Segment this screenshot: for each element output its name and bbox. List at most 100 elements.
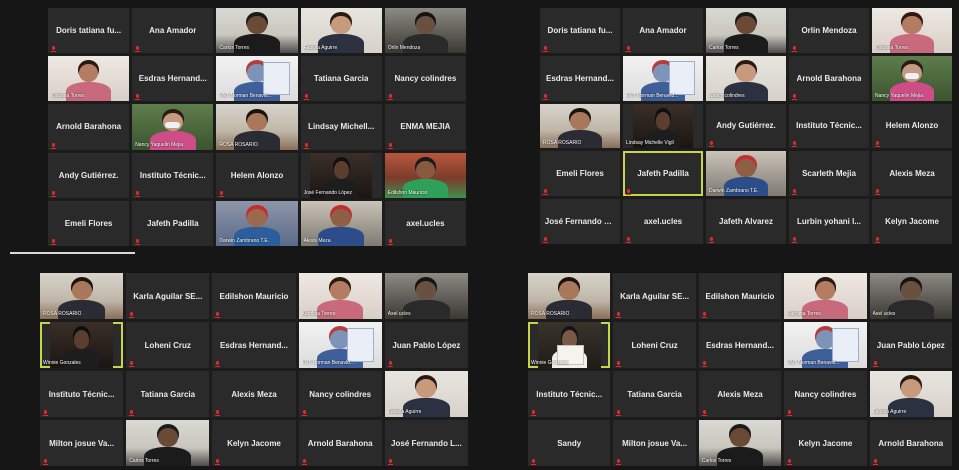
- participant-tile-helem-alonzo[interactable]: Helem Alonzo: [216, 152, 298, 198]
- participant-tile-emeli-flores[interactable]: Emeli Flores: [48, 200, 130, 246]
- participant-tile-ana-amador[interactable]: Ana Amador: [132, 8, 214, 54]
- participant-tile-carlos-torres[interactable]: Carlos Torres: [216, 8, 298, 54]
- participant-tile-sandy[interactable]: Sandy: [528, 420, 611, 466]
- participant-tile-instituto-t-cnic[interactable]: Instituto Técnic...: [132, 152, 214, 198]
- participant-tile-doris-tatiana-fu[interactable]: Doris tatiana fu...: [48, 8, 130, 54]
- participant-tile-esdras-hernand[interactable]: Esdras Hernand...: [698, 322, 782, 368]
- participant-tile-kelyn-jacome[interactable]: Kelyn Jacome: [784, 420, 867, 466]
- participant-tile-milton-josue-va[interactable]: Milton josue Va...: [40, 420, 124, 466]
- participant-tile-instituto-t-cnic[interactable]: Instituto Técnic...: [789, 103, 869, 149]
- participant-tile-fnt-norman-benavid[interactable]: FNT Norman Benavid...: [216, 56, 298, 102]
- participant-tile-milton-josue-va[interactable]: Milton josue Va...: [613, 420, 696, 466]
- participant-tile-tatiana-garcia[interactable]: Tatiana Garcia: [126, 371, 210, 417]
- participant-tile-nancy-colindres[interactable]: Nancy colindres: [784, 371, 867, 417]
- participant-tile-alexis-meza[interactable]: Alexis Meza: [300, 200, 382, 246]
- participant-tile-rosa-rosario[interactable]: ROSA ROSARIO: [528, 273, 611, 319]
- participant-tile-karla-aguilar-se[interactable]: Karla Aguilar SE...: [613, 273, 696, 319]
- participant-tile-rosa-rosario[interactable]: ROSA ROSARIO: [216, 104, 298, 150]
- participant-tile-jafeth-padilla[interactable]: Jafeth Padilla: [132, 200, 214, 246]
- participant-tile-axel-ucles[interactable]: Axel ucles: [869, 273, 952, 319]
- participant-tile-esdras-hernand[interactable]: Esdras Hernand...: [132, 56, 214, 102]
- participant-tile-carlos-torres[interactable]: Carlos Torres: [706, 8, 786, 53]
- participant-tile-alexis-meza[interactable]: Alexis Meza: [212, 371, 296, 417]
- participant-tile-loheni-cruz[interactable]: Loheni Cruz: [126, 322, 210, 368]
- muted-mic-icon: [543, 189, 548, 196]
- participant-face: [736, 63, 756, 82]
- muted-mic-icon: [387, 459, 393, 465]
- participant-tile-nancy-yaquelin-mejia[interactable]: Nancy Yaquelin Mejia: [132, 104, 214, 150]
- participant-tile-karolina-torres[interactable]: Karolina Torres: [48, 56, 130, 102]
- gallery-panel-bottom-right: ROSA ROSARIO Karla Aguilar SE... Edilshon …: [528, 273, 952, 466]
- participant-tile-lindsay-michelle-vigil[interactable]: Lindsay Michelle Vigil: [623, 103, 703, 149]
- participant-tile-rosa-rosario[interactable]: ROSA ROSARIO: [40, 273, 124, 319]
- participant-tile-instituto-t-cnic[interactable]: Instituto Técnic...: [40, 371, 124, 417]
- participant-tile-arnold-barahona[interactable]: Arnold Barahona: [48, 104, 130, 150]
- participant-tile-alexis-meza[interactable]: Alexis Meza: [872, 151, 952, 197]
- participant-tile-instituto-t-cnic[interactable]: Instituto Técnic...: [528, 371, 611, 417]
- participant-tile-esdras-hernand[interactable]: Esdras Hernand...: [212, 322, 296, 368]
- participant-tile-tatiana-garcia[interactable]: Tatiana Garcia: [613, 371, 696, 417]
- participant-tile-tatiana-garcia[interactable]: Tatiana Garcia: [300, 56, 382, 102]
- participant-tile-edilshon-mauricio[interactable]: Edilshon Mauricio: [384, 152, 466, 198]
- participant-tile-alexis-meza[interactable]: Alexis Meza: [698, 371, 782, 417]
- muted-mic-icon: [129, 312, 135, 318]
- participant-tile-jos-fernando-l[interactable]: José Fernando L...: [384, 420, 468, 466]
- participant-tile-enma-mejia[interactable]: ENMA MEJIA: [384, 104, 466, 150]
- participant-tile-helem-alonzo[interactable]: Helem Alonzo: [872, 103, 952, 149]
- participant-tile-nancy-colindres[interactable]: Nancy colindres: [706, 55, 786, 101]
- participant-tile-jafeth-alvarez[interactable]: Jafeth Alvarez: [706, 199, 786, 244]
- participant-tile-arnold-barahona[interactable]: Arnold Barahona: [789, 55, 869, 101]
- participant-tile-jos-fernando-l-pez[interactable]: José Fernando López: [300, 152, 382, 198]
- participant-tile-fabiola-aguirre[interactable]: Fabiola Aguirre: [869, 371, 952, 417]
- participant-tile-darwin-zambrano-t-e[interactable]: Darwin Zambrano T.E.: [216, 200, 298, 246]
- participant-tile-nancy-colindres[interactable]: Nancy colindres: [298, 371, 382, 417]
- participant-tile-orlin-mendoza[interactable]: Orlin Mendoza: [789, 8, 869, 53]
- participant-tile-andy-guti-rrez[interactable]: Andy Gutiérrez.: [706, 103, 786, 149]
- participant-tile-esdras-hernand[interactable]: Esdras Hernand...: [540, 55, 620, 101]
- participant-tile-winnie-gonzales[interactable]: Winnie Gonzales: [528, 322, 611, 368]
- participant-tile-darwin-zambrano-t-e[interactable]: Darwin Zambrano T.E.: [706, 151, 786, 197]
- participant-tile-nancy-colindres[interactable]: Nancy colindres: [384, 56, 466, 102]
- participant-tile-winnie-gonzales[interactable]: Winnie Gonzales: [40, 322, 124, 368]
- participant-tile-arnold-barahona[interactable]: Arnold Barahona: [298, 420, 382, 466]
- participant-tile-axel-ucles[interactable]: axel.ucles: [623, 199, 703, 244]
- participant-caption: Karolina Torres: [51, 93, 85, 100]
- participant-name: Juan Pablo López: [392, 340, 461, 350]
- participant-tile-edilshon-mauricio[interactable]: Edilshon Mauricio: [698, 273, 782, 319]
- participant-tile-lindsay-michell[interactable]: Lindsay Michell...: [300, 104, 382, 150]
- participant-tile-karolina-torres[interactable]: Karolina Torres: [298, 273, 382, 319]
- participant-tile-edilshon-mauricio[interactable]: Edilshon Mauricio: [212, 273, 296, 319]
- participant-tile-orlin-mendoza[interactable]: Orlin Mendoza: [384, 8, 466, 54]
- participant-tile-nancy-yaquelin-mejia[interactable]: Nancy Yaquelin Mejia: [872, 55, 952, 101]
- participant-tile-emeli-flores[interactable]: Emeli Flores: [540, 151, 620, 197]
- participant-tile-arnold-barahona[interactable]: Arnold Barahona: [869, 420, 952, 466]
- participant-tile-lurbin-yohani-l[interactable]: Lurbin yohani l...: [789, 199, 869, 244]
- participant-tile-karla-aguilar-se[interactable]: Karla Aguilar SE...: [126, 273, 210, 319]
- participant-name: Lurbin yohani l...: [797, 217, 861, 227]
- muted-mic-icon: [301, 410, 307, 416]
- participant-tile-ana-amador[interactable]: Ana Amador: [623, 8, 703, 53]
- participant-tile-karolina-torres[interactable]: Karolina Torres: [784, 273, 867, 319]
- participant-tile-karolina-torres[interactable]: Karolina Torres: [872, 8, 952, 53]
- participant-tile-jafeth-padilla[interactable]: Jafeth Padilla: [623, 151, 703, 197]
- participant-tile-carlos-torres[interactable]: Carlos Torres: [698, 420, 782, 466]
- participant-tile-fnt-norman-benavid[interactable]: FNT Norman Benavid...: [623, 55, 703, 101]
- participant-tile-jos-fernando-l[interactable]: José Fernando L...: [540, 199, 620, 244]
- participant-tile-fabiola-aguirre[interactable]: Fabiola Aguirre: [300, 8, 382, 54]
- participant-tile-axel-ucles[interactable]: axel.ucles: [384, 200, 466, 246]
- participant-tile-axel-ucles[interactable]: Axel ucles: [384, 273, 468, 319]
- participant-tile-carlos-torres[interactable]: Carlos Torres: [126, 420, 210, 466]
- participant-tile-doris-tatiana-fu[interactable]: Doris tatiana fu...: [540, 8, 620, 53]
- participant-tile-fnt-norman-benavid[interactable]: FNT Norman Benavid...: [298, 322, 382, 368]
- participant-tile-juan-pablo-l-pez[interactable]: Juan Pablo López: [384, 322, 468, 368]
- participant-tile-fabiola-aguirre[interactable]: Fabiola Aguirre: [384, 371, 468, 417]
- participant-tile-juan-pablo-l-pez[interactable]: Juan Pablo López: [869, 322, 952, 368]
- participant-tile-scarleth-mejia[interactable]: Scarleth Mejia: [789, 151, 869, 197]
- muted-mic-icon: [135, 46, 141, 53]
- participant-tile-kelyn-jacome[interactable]: Kelyn Jacome: [872, 199, 952, 244]
- participant-tile-loheni-cruz[interactable]: Loheni Cruz: [613, 322, 696, 368]
- participant-tile-kelyn-jacome[interactable]: Kelyn Jacome: [212, 420, 296, 466]
- participant-tile-rosa-rosario[interactable]: ROSA ROSARIO: [540, 103, 620, 149]
- participant-tile-andy-guti-rrez[interactable]: Andy Gutiérrez.: [48, 152, 130, 198]
- participant-tile-fnt-norman-benavid[interactable]: FNT Norman Benavid...: [784, 322, 867, 368]
